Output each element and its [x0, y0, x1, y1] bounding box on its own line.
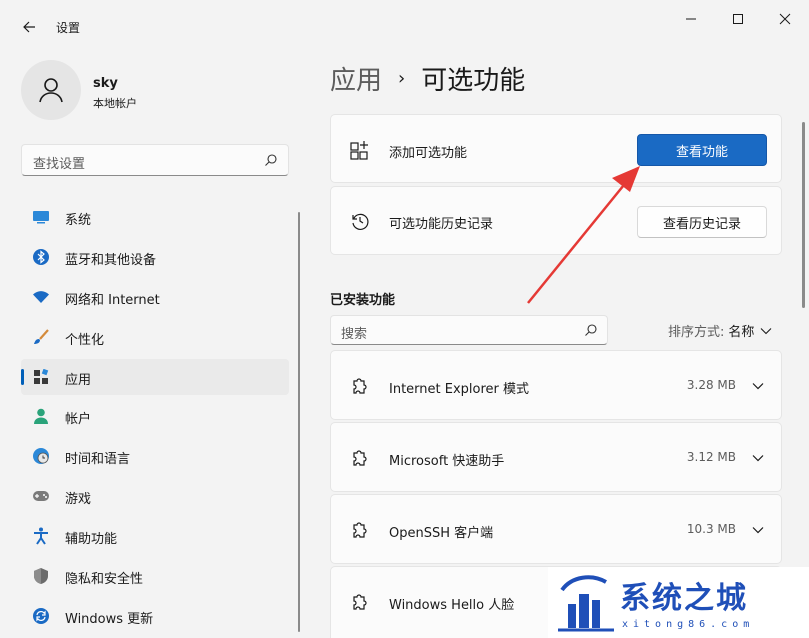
feature-size: 3.12 MB [686, 450, 736, 464]
page-title: 可选功能 [421, 66, 526, 96]
expand-chevron-icon[interactable] [751, 523, 765, 537]
main-scrollbar[interactable] [802, 122, 805, 308]
feature-size: 10.3 MB [686, 522, 736, 536]
expand-chevron-icon[interactable] [751, 451, 765, 465]
watermark-text: 系统之城 [620, 581, 748, 616]
close-button[interactable] [771, 8, 799, 30]
update-icon [32, 607, 50, 625]
search-placeholder: 查找设置 [33, 157, 86, 172]
avatar [21, 60, 81, 120]
maximize-icon [733, 14, 743, 24]
feature-name: Internet Explorer 模式 [389, 382, 530, 397]
user-name: sky [93, 76, 118, 91]
sidebar-scrollbar[interactable] [298, 212, 300, 632]
person-icon [39, 78, 63, 103]
sidebar-item-label: 隐私和安全性 [65, 572, 144, 587]
sidebar-item-gaming[interactable]: 游戏 [21, 478, 289, 514]
history-card: 可选功能历史记录 查看历史记录 [330, 186, 782, 255]
search-placeholder: 搜索 [341, 327, 368, 342]
app-title: 设置 [56, 21, 81, 35]
maximize-button[interactable] [724, 8, 752, 30]
sidebar-item-label: 网络和 Internet [65, 293, 160, 308]
sort-dropdown[interactable]: 排序方式: 名称 [668, 321, 772, 340]
puzzle-icon [349, 447, 371, 469]
shield-icon [32, 567, 50, 585]
minimize-icon [686, 18, 696, 20]
active-indicator [21, 369, 24, 385]
person-icon [32, 407, 50, 425]
feature-size: 3.28 MB [686, 378, 736, 392]
sidebar-item-privacy[interactable]: 隐私和安全性 [21, 558, 289, 594]
search-icon [585, 324, 597, 336]
title-bar: 设置 [0, 0, 809, 52]
add-feature-card: 添加可选功能 查看功能 [330, 114, 782, 183]
breadcrumb: 应用 › 可选功能 [330, 60, 525, 97]
breadcrumb-separator: › [398, 68, 406, 89]
sort-label: 排序方式: [668, 325, 725, 340]
view-features-button[interactable]: 查看功能 [637, 134, 767, 166]
sidebar-item-label: 系统 [65, 213, 92, 228]
globe-clock-icon [32, 447, 50, 465]
feature-row[interactable]: Microsoft 快速助手 3.12 MB [330, 422, 782, 492]
add-apps-icon [349, 139, 371, 161]
watermark-building-icon [558, 575, 614, 632]
sidebar-item-windows-update[interactable]: Windows 更新 [21, 598, 289, 634]
sidebar-item-accounts[interactable]: 帐户 [21, 398, 289, 434]
sidebar-item-label: 帐户 [65, 412, 92, 427]
sidebar-item-label: 时间和语言 [65, 452, 131, 467]
sidebar-item-accessibility[interactable]: 辅助功能 [21, 518, 289, 554]
bluetooth-icon [32, 248, 50, 266]
breadcrumb-parent[interactable]: 应用 [330, 60, 382, 97]
accessibility-icon [32, 527, 50, 545]
features-search-input[interactable]: 搜索 [330, 315, 608, 345]
minimize-button[interactable] [677, 8, 705, 30]
brush-icon [32, 328, 50, 346]
view-history-button[interactable]: 查看历史记录 [637, 206, 767, 238]
search-icon [265, 154, 277, 166]
gamepad-icon [32, 487, 50, 505]
watermark-url: xitong86.com [622, 619, 755, 630]
back-arrow-icon [23, 21, 35, 33]
sidebar-item-label: 游戏 [65, 492, 92, 507]
add-feature-label: 添加可选功能 [389, 146, 468, 161]
installed-features-title: 已安装功能 [330, 293, 396, 308]
history-icon [349, 210, 371, 232]
sidebar-item-label: 应用 [65, 373, 92, 388]
feature-name: OpenSSH 客户端 [389, 526, 494, 541]
sidebar-item-apps[interactable]: 应用 [21, 359, 289, 395]
feature-name: Windows Hello 人脸 [389, 598, 515, 613]
sidebar-item-label: 个性化 [65, 333, 105, 348]
watermark-logo: 系统之城 xitong86.com [548, 567, 809, 638]
apps-icon [32, 368, 50, 386]
sidebar-item-label: Windows 更新 [65, 612, 154, 627]
feature-row[interactable]: Internet Explorer 模式 3.28 MB [330, 350, 782, 420]
sidebar-item-personalization[interactable]: 个性化 [21, 319, 289, 355]
feature-name: Microsoft 快速助手 [389, 454, 505, 469]
wifi-icon [32, 288, 50, 306]
sidebar-item-network[interactable]: 网络和 Internet [21, 279, 289, 315]
expand-chevron-icon[interactable] [751, 379, 765, 393]
user-profile[interactable]: sky 本地帐户 [21, 60, 291, 122]
close-icon [779, 13, 791, 25]
sidebar-item-label: 辅助功能 [65, 532, 118, 547]
sidebar-item-system[interactable]: 系统 [21, 199, 289, 235]
system-icon [32, 208, 50, 226]
puzzle-icon [349, 591, 371, 613]
sidebar-item-label: 蓝牙和其他设备 [65, 253, 157, 268]
back-button[interactable] [14, 12, 44, 42]
settings-search-input[interactable]: 查找设置 [21, 144, 289, 176]
puzzle-icon [349, 519, 371, 541]
sidebar-item-time-language[interactable]: 时间和语言 [21, 438, 289, 474]
sort-value: 名称 [728, 325, 755, 340]
account-type: 本地帐户 [93, 97, 137, 110]
puzzle-icon [349, 375, 371, 397]
history-label: 可选功能历史记录 [389, 217, 494, 232]
feature-row[interactable]: OpenSSH 客户端 10.3 MB [330, 494, 782, 564]
sidebar-item-bluetooth[interactable]: 蓝牙和其他设备 [21, 239, 289, 275]
chevron-down-icon [761, 327, 772, 334]
